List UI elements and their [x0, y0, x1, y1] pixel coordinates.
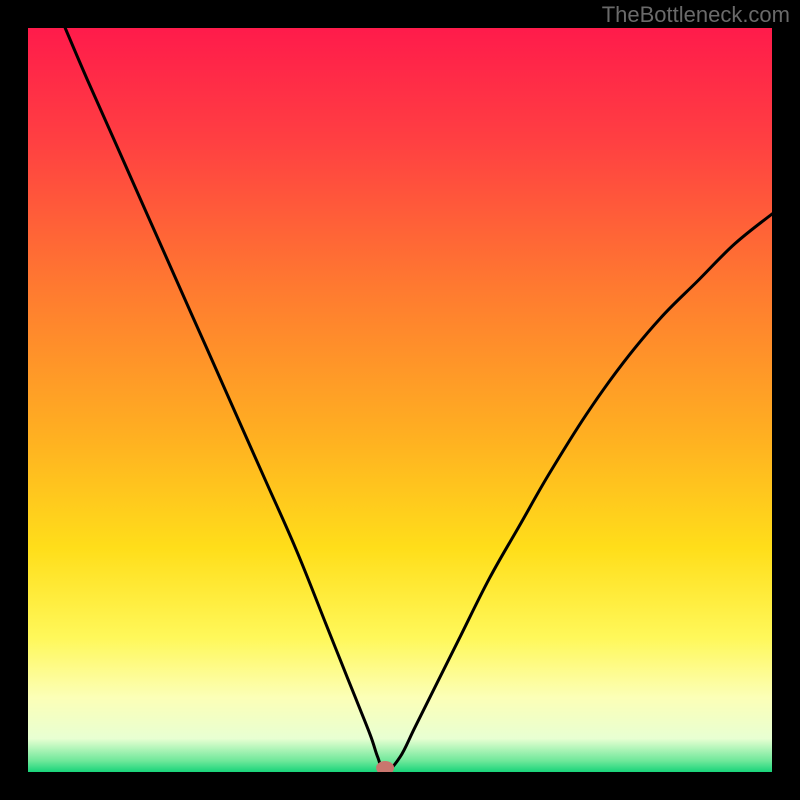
bottleneck-chart — [28, 28, 772, 772]
watermark-text: TheBottleneck.com — [602, 2, 790, 28]
chart-frame: TheBottleneck.com — [0, 0, 800, 800]
chart-svg — [28, 28, 772, 772]
chart-background — [28, 28, 772, 772]
